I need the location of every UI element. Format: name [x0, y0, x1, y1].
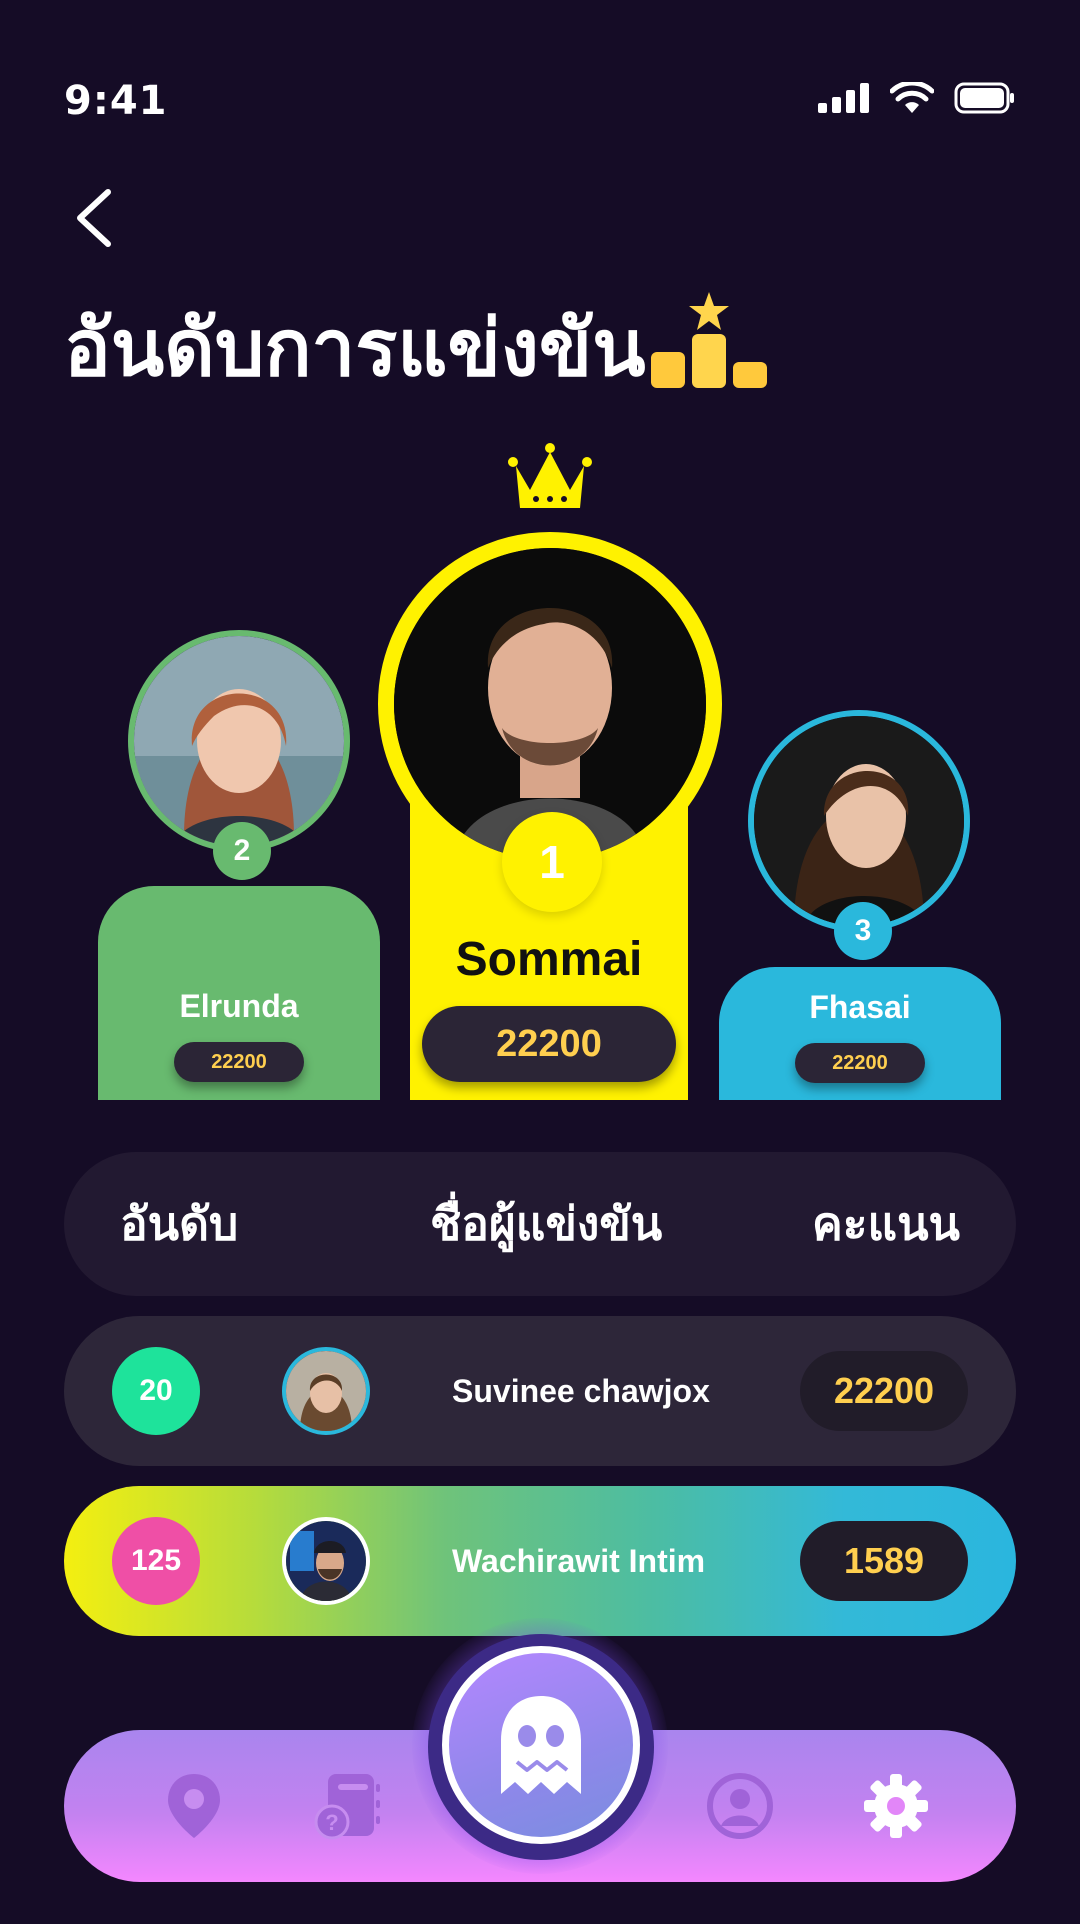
row-score: 22200 — [800, 1351, 968, 1431]
location-icon[interactable] — [158, 1770, 230, 1842]
signal-icon — [818, 83, 869, 113]
leaderboard-row-current-user[interactable]: 125 Wachirawit Intim 1589 — [64, 1486, 1016, 1636]
row-rank: 20 — [112, 1347, 200, 1435]
podium-third: Fhasai 22200 — [719, 967, 1001, 1100]
status-time: 9:41 — [64, 78, 168, 124]
profile-icon[interactable] — [704, 1770, 776, 1842]
page-title: อันดับการแข่งขัน — [64, 304, 646, 394]
svg-text:?: ? — [325, 1810, 338, 1835]
leaderboard-header: อันดับ ชื่อผู้แข่งขัน คะแนน — [64, 1152, 1016, 1296]
rank-badge-second: 2 — [213, 822, 271, 880]
podium-star-icon — [651, 292, 767, 388]
man-portrait-image — [286, 1521, 366, 1601]
woman-portrait-image — [754, 716, 964, 926]
row-avatar — [282, 1347, 370, 1435]
podium-second-score: 22200 — [174, 1042, 304, 1082]
ghost-icon — [501, 1696, 581, 1794]
podium-first-name: Sommai — [455, 933, 643, 986]
avatar-second[interactable] — [128, 630, 350, 852]
settings-icon[interactable] — [860, 1770, 932, 1842]
status-icons — [818, 82, 1016, 114]
back-chevron-icon[interactable] — [70, 188, 120, 248]
crown-icon — [508, 443, 592, 508]
header-rank: อันดับ — [120, 1196, 239, 1251]
leaderboard-row[interactable]: 20 Suvinee chawjox 22200 — [64, 1316, 1016, 1466]
row-rank: 125 — [112, 1517, 200, 1605]
rank-badge-third: 3 — [834, 902, 892, 960]
row-name: Wachirawit Intim — [452, 1542, 706, 1579]
row-score: 1589 — [800, 1521, 968, 1601]
header-score: คะแนน — [811, 1196, 960, 1251]
ghost-home-button[interactable] — [442, 1646, 640, 1844]
podium-second-name: Elrunda — [179, 988, 299, 1024]
row-avatar — [282, 1517, 370, 1605]
podium-third-score: 22200 — [795, 1043, 925, 1083]
quiz-book-icon[interactable]: ? — [314, 1770, 386, 1842]
podium-second: Elrunda 22200 — [98, 886, 380, 1100]
rank-badge-first: 1 — [502, 812, 602, 912]
battery-icon — [954, 82, 1014, 114]
podium-third-name: Fhasai — [809, 989, 911, 1025]
woman-portrait-image — [134, 636, 344, 846]
row-name: Suvinee chawjox — [452, 1372, 710, 1409]
avatar-third[interactable] — [748, 710, 970, 932]
wifi-icon — [890, 82, 934, 113]
woman-portrait-image — [286, 1351, 366, 1431]
header-name: ชื่อผู้แข่งขัน — [430, 1196, 663, 1251]
podium-first-score: 22200 — [422, 1006, 676, 1082]
